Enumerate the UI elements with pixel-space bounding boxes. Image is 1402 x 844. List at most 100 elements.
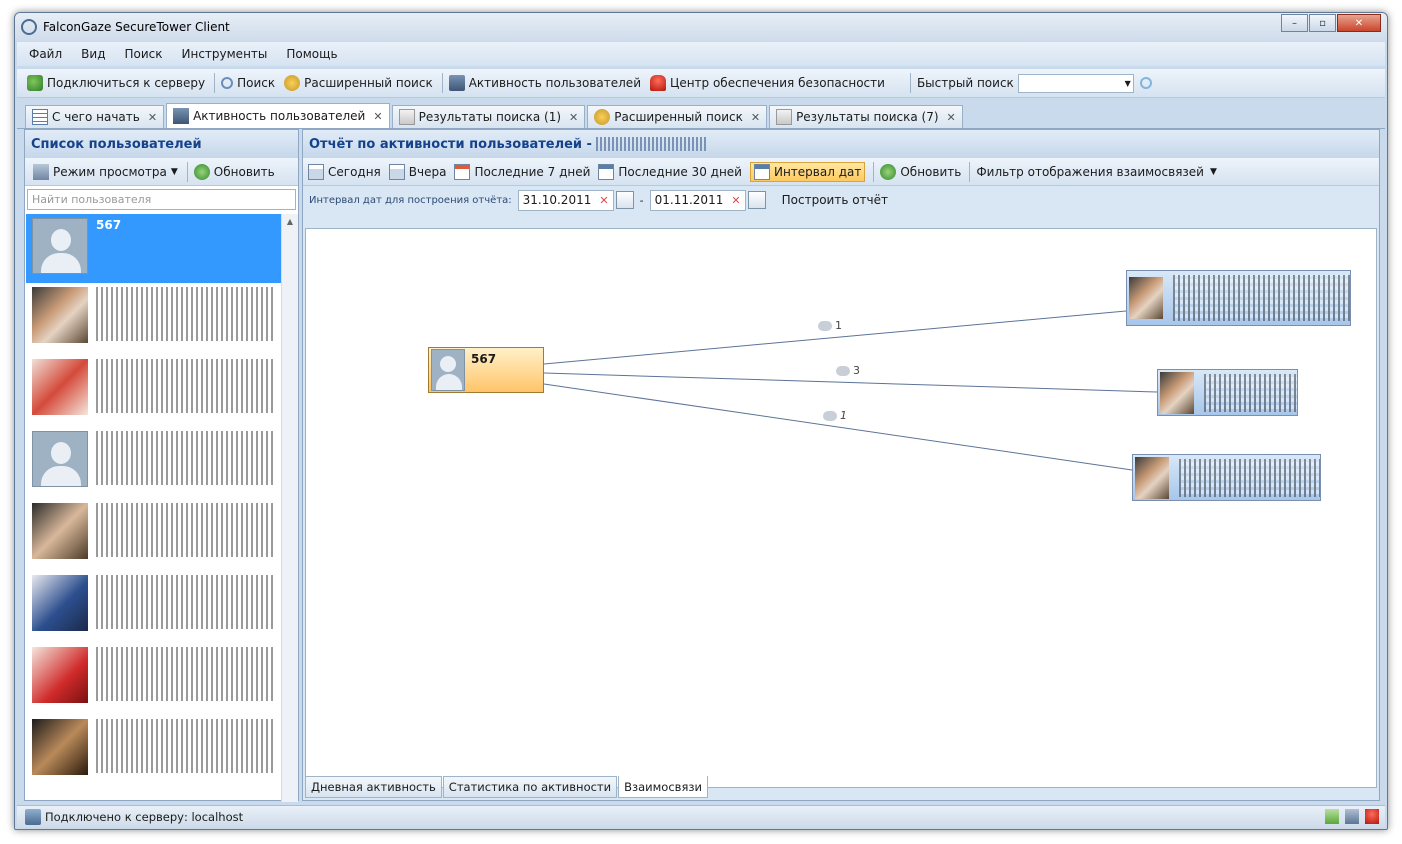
avatar <box>32 287 88 343</box>
redacted-user-name <box>96 647 276 701</box>
app-window: FalconGaze SecureTower Client – ▫ ✕ Файл… <box>14 12 1388 830</box>
document-status-icon[interactable] <box>1325 809 1339 824</box>
toolbar-separator <box>441 73 443 93</box>
tab-close-icon[interactable]: ✕ <box>751 111 760 124</box>
calendar-icon <box>753 163 770 180</box>
avatar <box>32 647 88 703</box>
calendar-icon <box>388 163 405 180</box>
menu-file[interactable]: Файл <box>29 47 62 61</box>
dropdown-arrow-icon[interactable]: ▼ <box>1125 79 1131 88</box>
menu-tools[interactable]: Инструменты <box>182 47 268 61</box>
date-interval-button[interactable]: Интервал дат <box>749 161 866 182</box>
redacted-user-name <box>96 287 276 341</box>
tab-close-icon[interactable]: ✕ <box>947 111 956 124</box>
menu-help[interactable]: Помощь <box>286 47 337 61</box>
last-30-days-button[interactable]: Последние 30 дней <box>598 163 742 180</box>
advanced-search-icon <box>594 109 611 125</box>
graph-node-peer[interactable] <box>1132 454 1321 501</box>
graph-node-peer[interactable] <box>1157 369 1298 416</box>
calendar-picker-icon[interactable] <box>615 191 634 209</box>
tab-close-icon[interactable]: ✕ <box>148 111 157 124</box>
date-separator: - <box>639 193 644 207</box>
tab-getting-started[interactable]: С чего начать ✕ <box>25 105 165 128</box>
minimize-button[interactable]: – <box>1281 14 1308 32</box>
main-toolbar: Подключиться к серверу Поиск Расширенный… <box>17 69 1385 98</box>
avatar <box>32 503 88 559</box>
tab-close-icon[interactable]: ✕ <box>569 111 578 124</box>
tab-search-results-1[interactable]: Результаты поиска (1) ✕ <box>391 105 586 128</box>
redacted-user-name <box>96 503 276 557</box>
user-activity-button[interactable]: Активность пользователей <box>448 75 641 91</box>
user-list-title: Список пользователей <box>25 130 298 158</box>
last-7-days-button[interactable]: Последние 7 дней <box>454 163 590 180</box>
avatar <box>32 359 88 415</box>
scroll-up-icon[interactable]: ▲ <box>282 217 298 226</box>
user-list-scrollbar[interactable]: ▲ <box>281 214 298 802</box>
connect-icon <box>27 75 43 91</box>
tab-user-activity[interactable]: Активность пользователей ✕ <box>166 103 390 128</box>
yesterday-button[interactable]: Вчера <box>388 163 446 180</box>
redacted-user-name <box>96 575 276 629</box>
relationship-filter-dropdown[interactable]: Фильтр отображения взаимосвязей ▼ <box>976 165 1217 179</box>
tab-advanced-search[interactable]: Расширенный поиск ✕ <box>587 105 768 128</box>
report-panel: Отчёт по активности пользователей - Сего… <box>302 129 1380 801</box>
refresh-report-button[interactable]: Обновить <box>880 163 961 180</box>
graph-node-center[interactable]: 567 <box>428 347 544 393</box>
graph-node-peer[interactable] <box>1126 270 1351 326</box>
user-list-item[interactable] <box>26 499 282 571</box>
status-bar: Подключено к серверу: localhost <box>17 805 1385 827</box>
tab-activity-statistics[interactable]: Статистика по активности <box>442 776 618 798</box>
avatar <box>32 719 88 775</box>
redacted-user-name <box>96 719 276 773</box>
clear-icon[interactable]: ✕ <box>731 194 740 207</box>
tab-relationships[interactable]: Взаимосвязи <box>618 776 708 798</box>
refresh-icon <box>880 163 897 180</box>
today-button[interactable]: Сегодня <box>308 163 381 180</box>
search-button[interactable]: Поиск <box>221 76 275 90</box>
find-user-input[interactable]: Найти пользователя <box>27 189 296 210</box>
tab-daily-activity[interactable]: Дневная активность <box>305 776 442 798</box>
user-list: 567 <box>26 214 282 802</box>
connect-button[interactable]: Подключиться к серверу <box>27 75 205 91</box>
refresh-users-button[interactable]: Обновить <box>193 163 275 180</box>
redacted-user-name <box>1179 458 1320 497</box>
document-icon <box>398 109 415 125</box>
user-list-item[interactable] <box>26 715 282 787</box>
advanced-search-button[interactable]: Расширенный поиск <box>284 75 433 91</box>
chat-bubble-icon <box>836 365 850 376</box>
date-to-input[interactable]: 01.11.2011 ✕ <box>649 189 746 211</box>
window-title: FalconGaze SecureTower Client <box>43 20 230 34</box>
alarm-light-icon <box>650 75 666 91</box>
user-list-item[interactable] <box>26 355 282 427</box>
clear-icon[interactable]: ✕ <box>599 194 608 207</box>
menu-view[interactable]: Вид <box>81 47 105 61</box>
quick-search-go-icon[interactable] <box>1139 77 1152 89</box>
user-list-item[interactable] <box>26 571 282 643</box>
build-report-button[interactable]: Построить отчёт <box>782 193 888 207</box>
view-mode-button[interactable]: Режим просмотра ▼ <box>33 163 178 180</box>
quick-search-input[interactable]: ▼ <box>1017 73 1134 93</box>
dropdown-arrow-icon: ▼ <box>1209 166 1217 177</box>
user-list-item[interactable] <box>26 643 282 715</box>
title-bar: FalconGaze SecureTower Client – ▫ ✕ <box>15 13 1387 41</box>
user-status-icon[interactable] <box>1345 809 1359 824</box>
advanced-search-icon <box>284 75 301 91</box>
tab-close-icon[interactable]: ✕ <box>373 110 382 123</box>
dropdown-arrow-icon: ▼ <box>170 166 178 177</box>
user-list-item[interactable] <box>26 427 282 499</box>
security-center-button[interactable]: Центр обеспечения безопасности <box>650 75 885 91</box>
edge-label: 3 <box>836 364 860 377</box>
maximize-button[interactable]: ▫ <box>1309 14 1336 32</box>
tab-search-results-7[interactable]: Результаты поиска (7) ✕ <box>769 105 963 128</box>
report-toolbar: Сегодня Вчера Последние 7 дней Последние… <box>303 158 1379 186</box>
close-button[interactable]: ✕ <box>1337 14 1381 32</box>
date-from-input[interactable]: 31.10.2011 ✕ <box>517 189 614 211</box>
view-mode-icon <box>33 163 49 180</box>
user-list-item[interactable] <box>26 283 282 355</box>
menu-search[interactable]: Поиск <box>124 47 162 61</box>
search-icon <box>221 77 234 89</box>
alarm-light-icon[interactable] <box>1365 809 1379 824</box>
graph-edge <box>543 383 1133 471</box>
calendar-picker-icon[interactable] <box>747 191 766 209</box>
user-list-item[interactable]: 567 <box>26 214 282 283</box>
